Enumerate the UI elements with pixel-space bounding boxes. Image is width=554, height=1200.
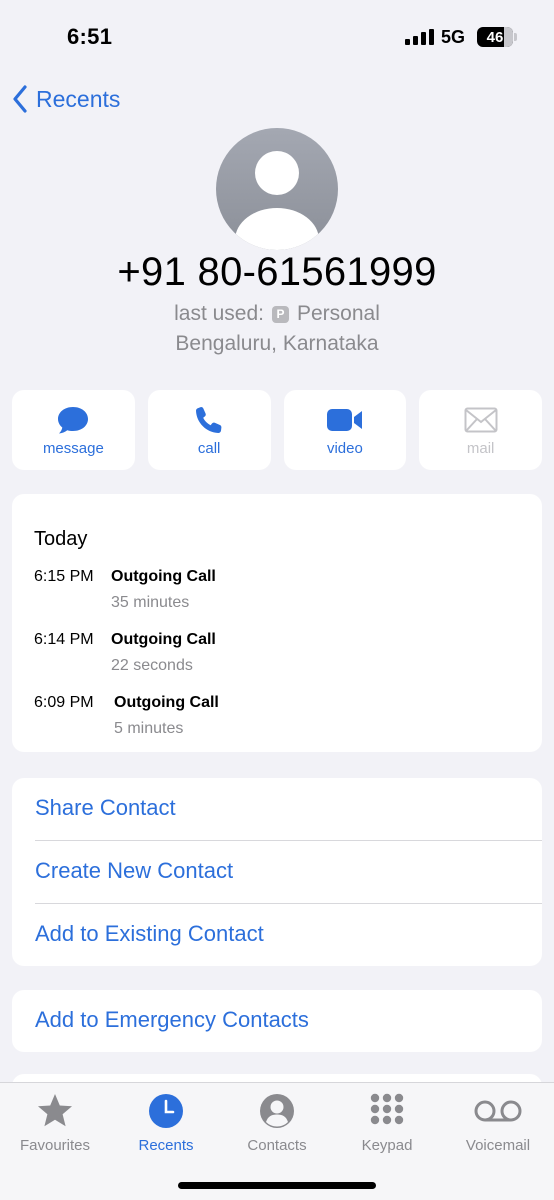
tab-recents[interactable]: Recents <box>111 1091 221 1154</box>
contact-avatar <box>216 128 338 250</box>
battery-level-text: 46 <box>486 28 504 46</box>
tab-voicemail[interactable]: Voicemail <box>443 1091 553 1154</box>
message-label: message <box>42 440 104 457</box>
create-new-contact-button[interactable]: Create New Contact <box>35 858 233 884</box>
share-contact-button[interactable]: Share Contact <box>35 795 176 821</box>
home-indicator[interactable] <box>178 1182 376 1189</box>
battery-icon: 46 <box>477 27 513 47</box>
call-type: Outgoing Call <box>111 631 216 648</box>
add-to-existing-contact-button[interactable]: Add to Existing Contact <box>35 921 264 947</box>
contact-options-card: Share Contact Create New Contact Add to … <box>12 778 542 966</box>
call-type: Outgoing Call <box>114 694 219 711</box>
person-silhouette-icon <box>235 151 319 250</box>
last-used-line: last used: P Personal <box>0 302 554 326</box>
video-button[interactable]: video <box>283 390 407 470</box>
add-to-emergency-contacts-button[interactable]: Add to Emergency Contacts <box>35 1007 309 1033</box>
star-icon <box>38 1094 72 1127</box>
call-history-card: Today 6:15 PM Outgoing Call 35 minutes 6… <box>12 494 542 752</box>
voicemail-icon <box>474 1100 522 1122</box>
divider <box>35 903 542 904</box>
tab-contacts[interactable]: Contacts <box>222 1091 332 1154</box>
tab-favourites[interactable]: Favourites <box>0 1091 110 1154</box>
call-duration: 35 minutes <box>111 594 190 611</box>
envelope-icon <box>464 407 498 433</box>
history-date-header: Today <box>34 528 88 550</box>
status-bar: 6:51 5G 46 <box>0 0 554 74</box>
line-badge-icon: P <box>272 305 289 323</box>
video-camera-icon <box>326 409 362 431</box>
call-type: Outgoing Call <box>111 568 216 585</box>
back-label: Recents <box>36 85 121 112</box>
call-duration: 5 minutes <box>114 720 184 737</box>
person-circle-icon <box>260 1094 294 1128</box>
status-time: 6:51 <box>67 24 113 49</box>
divider <box>35 840 542 841</box>
tab-keypad[interactable]: Keypad <box>332 1091 442 1154</box>
clock-icon <box>149 1094 183 1128</box>
call-time: 6:09 PM <box>34 694 94 711</box>
back-button[interactable]: Recents <box>12 82 120 116</box>
tab-label: Favourites <box>19 1137 91 1154</box>
contact-location: Bengaluru, Karnataka <box>175 332 379 355</box>
call-time: 6:14 PM <box>34 631 94 648</box>
message-bubble-icon <box>58 407 89 434</box>
call-button[interactable]: call <box>147 390 271 470</box>
cellular-signal-icon <box>405 29 434 45</box>
network-type: 5G <box>441 27 466 47</box>
tab-label: Voicemail <box>465 1137 531 1154</box>
tab-label: Keypad <box>361 1137 413 1154</box>
mail-button[interactable]: mail <box>419 390 542 470</box>
tab-label: Recents <box>138 1137 194 1154</box>
phone-number: +91 80-61561999 <box>117 250 437 294</box>
chevron-left-icon <box>13 85 27 113</box>
message-button[interactable]: message <box>12 390 135 470</box>
mail-label: mail <box>466 440 495 457</box>
video-label: video <box>326 440 363 457</box>
tab-label: Contacts <box>247 1137 307 1154</box>
line-name: Personal <box>297 302 380 325</box>
call-time: 6:15 PM <box>34 568 94 585</box>
last-used-label: last used: <box>174 302 264 325</box>
phone-icon <box>196 407 222 433</box>
call-duration: 22 seconds <box>111 657 193 674</box>
emergency-card: Add to Emergency Contacts <box>12 990 542 1052</box>
action-buttons: message call video mail <box>12 390 542 470</box>
keypad-icon <box>370 1093 404 1125</box>
call-label: call <box>197 440 221 457</box>
battery-nub <box>514 33 517 41</box>
